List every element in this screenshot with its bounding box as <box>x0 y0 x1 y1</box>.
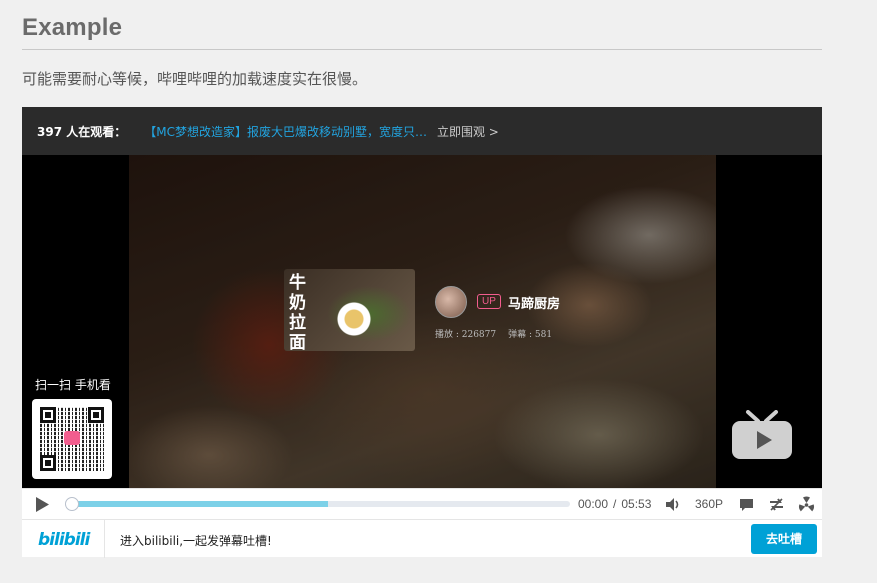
time-display: 00:00 / 05:53 <box>578 497 651 511</box>
bilibili-tv-icon <box>64 431 80 445</box>
video-stats: 播放 : 226877 弹幕 : 581 <box>435 327 552 340</box>
uploader-name[interactable]: 马蹄厨房 <box>508 293 560 312</box>
qr-code <box>32 399 112 479</box>
play-icon[interactable] <box>34 496 50 513</box>
qr-pattern <box>40 407 104 471</box>
video-player: 397 人在观看： 【MC梦想改造家】报废大巴爆改移动别墅，宽度只… 立即围观 … <box>22 107 822 558</box>
quality-selector[interactable]: 360P <box>695 497 723 511</box>
video-overlay <box>129 155 716 488</box>
danmaku-count: 弹幕 : 581 <box>508 330 553 340</box>
player-controls: 00:00 / 05:53 360P <box>22 488 822 519</box>
danmaku-prompt[interactable]: 进入bilibili,一起发弹幕吐槽! <box>120 532 272 549</box>
up-badge: UP <box>477 294 501 309</box>
logo-divider <box>104 520 105 558</box>
danmaku-bar: bilibili 进入bilibili,一起发弹幕吐槽! 去吐槽 <box>22 519 822 558</box>
radiation-icon[interactable] <box>798 496 815 513</box>
avatar[interactable] <box>435 286 467 318</box>
qr-finder-bottom-left <box>40 455 56 471</box>
danmaku-toggle-icon[interactable] <box>738 496 755 513</box>
loop-icon[interactable] <box>768 496 785 513</box>
loading-note: 可能需要耐心等候，哔哩哔哩的加载速度实在很慢。 <box>22 70 368 88</box>
current-time: 00:00 <box>578 497 609 511</box>
progress-bar[interactable] <box>65 497 570 511</box>
video-stage[interactable]: 牛奶拉面 UP 马蹄厨房 播放 : 226877 弹幕 : 581 扫一扫 手机… <box>22 155 822 488</box>
recommended-video-link[interactable]: 【MC梦想改造家】报废大巴爆改移动别墅，宽度只… <box>144 123 427 140</box>
viewer-count: 397 人在观看： <box>37 124 127 139</box>
buffer-fill <box>66 501 329 507</box>
player-topbar: 397 人在观看： 【MC梦想改造家】报废大巴爆改移动别墅，宽度只… 立即围观 … <box>22 107 822 155</box>
thumbnail-title: 牛奶拉面 <box>289 273 306 351</box>
progress-knob[interactable] <box>65 497 79 511</box>
video-thumbnail[interactable]: 牛奶拉面 <box>284 269 415 351</box>
send-danmaku-button[interactable]: 去吐槽 <box>751 524 817 554</box>
qr-finder-top-right <box>88 407 104 423</box>
volume-icon[interactable] <box>664 496 681 513</box>
watch-now-link[interactable]: 立即围观 > <box>437 123 499 140</box>
time-separator: / <box>613 497 617 511</box>
duration: 05:53 <box>621 497 652 511</box>
heading-divider <box>22 49 822 50</box>
qr-label: 扫一扫 手机看 <box>35 378 111 392</box>
page-heading: Example <box>22 14 123 41</box>
qr-finder-top-left <box>40 407 56 423</box>
tv-icon[interactable] <box>730 410 794 462</box>
play-count: 播放 : 226877 <box>435 330 497 340</box>
bilibili-logo[interactable]: bilibili <box>38 530 90 550</box>
